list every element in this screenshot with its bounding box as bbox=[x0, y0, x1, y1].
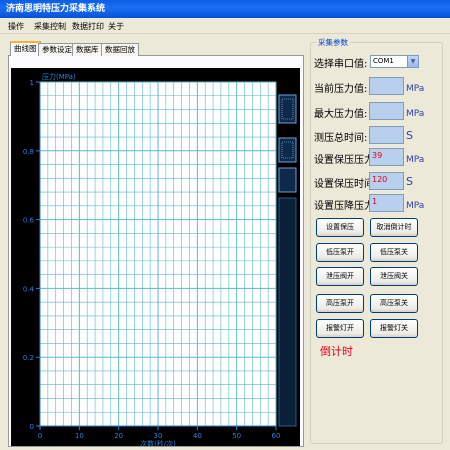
cancel-countdown-button[interactable]: 取消倒计时 bbox=[370, 218, 418, 237]
hold-pressure-input[interactable]: 39 bbox=[369, 148, 404, 166]
tab-data-playback[interactable]: 数据回放 bbox=[101, 43, 139, 56]
total-time-label: 测压总时间: bbox=[314, 133, 368, 144]
x-axis-label: 次数(秒/次) bbox=[140, 439, 176, 446]
max-pressure-field bbox=[369, 102, 404, 120]
side-widget-bottom bbox=[278, 167, 297, 193]
x-tick-label: 10 bbox=[75, 432, 84, 440]
side-widget-rail bbox=[278, 197, 297, 427]
pressure-chart: 0 10 20 30 40 50 60 0 0.2 0.4 0.6 0.8 1 压力(MPa) 次数(秒/次… bbox=[11, 68, 300, 446]
max-pressure-label: 最大压力值: bbox=[314, 109, 368, 120]
tab-curve-chart[interactable]: 曲线图 bbox=[10, 41, 41, 56]
app-title: 济南思明特压力采集系统 bbox=[6, 4, 106, 14]
menu-item-data-print[interactable]: 数据打印 bbox=[72, 21, 104, 32]
hold-pressure-label: 设置保压压力 bbox=[314, 155, 374, 166]
port-select-value: COM1 bbox=[373, 57, 394, 65]
hold-time-input[interactable]: 120 bbox=[369, 172, 404, 190]
y-axis-label: 压力(MPa) bbox=[42, 72, 76, 81]
y-tick-label: 0.6 bbox=[23, 217, 35, 225]
countdown-label: 倒计时 bbox=[320, 345, 353, 358]
y-tick-label: 0.4 bbox=[23, 285, 35, 293]
menu-bar: 操作 采集控制 数据打印 关于 bbox=[0, 18, 450, 34]
release-valve-on-button[interactable]: 泄压阀开 bbox=[316, 267, 364, 286]
x-tick-label: 60 bbox=[272, 432, 281, 440]
y-tick-label: 0.8 bbox=[23, 148, 34, 156]
hold-time-label: 设置保压时间 bbox=[314, 179, 374, 190]
y-tick-label: 0.2 bbox=[23, 354, 34, 362]
set-hold-button[interactable]: 设置保压 bbox=[316, 218, 364, 237]
port-select[interactable]: COM1 ▼ bbox=[370, 55, 419, 68]
x-tick-label: 20 bbox=[114, 432, 123, 440]
x-tick-label: 0 bbox=[38, 432, 42, 440]
y-tick-label: 0 bbox=[30, 423, 34, 431]
x-tick-label: 40 bbox=[193, 432, 202, 440]
alarm-light-off-button[interactable]: 报警灯关 bbox=[370, 319, 418, 338]
x-tick-label: 50 bbox=[232, 432, 241, 440]
current-pressure-label: 当前压力值: bbox=[314, 84, 368, 95]
total-time-unit: S bbox=[406, 129, 413, 142]
hold-pressure-unit: MPa bbox=[406, 155, 425, 165]
hold-time-unit: S bbox=[406, 175, 413, 188]
low-pump-off-button[interactable]: 低压泵关 bbox=[370, 243, 418, 262]
params-group-title: 采集参数 bbox=[316, 37, 350, 48]
y-tick-label: 1 bbox=[30, 79, 34, 87]
total-time-field bbox=[369, 126, 404, 144]
high-pump-on-button[interactable]: 高压泵开 bbox=[316, 294, 364, 313]
alarm-light-on-button[interactable]: 报警灯开 bbox=[316, 319, 364, 338]
current-pressure-field bbox=[369, 77, 404, 95]
x-tick-label: 30 bbox=[154, 432, 163, 440]
menu-item-acquisition-control[interactable]: 采集控制 bbox=[34, 21, 66, 32]
menu-item-about[interactable]: 关于 bbox=[108, 21, 124, 32]
tab-param-settings[interactable]: 参数设定 bbox=[38, 43, 76, 56]
drop-pressure-label: 设置压降压力 bbox=[314, 201, 374, 212]
drop-pressure-input[interactable]: 1 bbox=[369, 194, 404, 212]
chevron-down-icon[interactable]: ▼ bbox=[407, 56, 418, 67]
tab-database[interactable]: 数据库 bbox=[72, 43, 103, 56]
current-pressure-unit: MPa bbox=[406, 84, 425, 94]
low-pump-on-button[interactable]: 低压泵开 bbox=[316, 243, 364, 262]
menu-item-operate[interactable]: 操作 bbox=[8, 21, 24, 32]
high-pump-off-button[interactable]: 高压泵关 bbox=[370, 294, 418, 313]
side-widget-middle bbox=[278, 137, 297, 163]
port-label: 选择串口值: bbox=[314, 59, 368, 70]
title-bar: 济南思明特压力采集系统 bbox=[0, 0, 450, 18]
max-pressure-unit: MPa bbox=[406, 109, 425, 119]
release-valve-off-button[interactable]: 泄压阀关 bbox=[370, 267, 418, 286]
chart-canvas: 0 10 20 30 40 50 60 0 0.2 0.4 0.6 0.8 1 压力(MPa) 次数(秒/次… bbox=[23, 72, 297, 446]
drop-pressure-unit: MPa bbox=[406, 201, 425, 211]
